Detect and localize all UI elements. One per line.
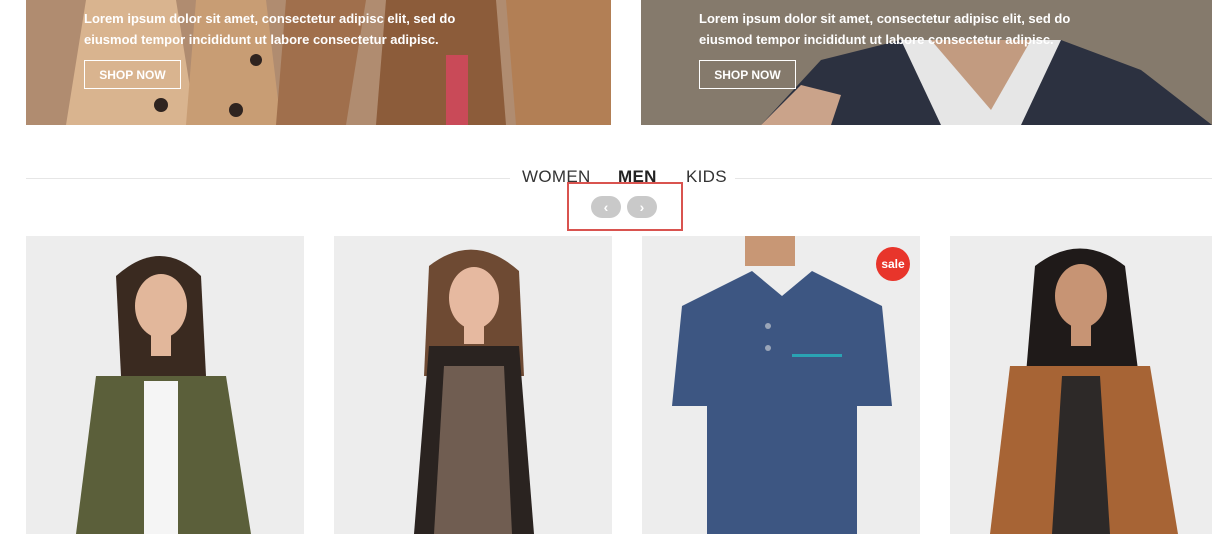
banner-text: Lorem ipsum dolor sit amet, consectetur … — [84, 11, 456, 47]
product-card[interactable] — [26, 236, 304, 534]
carousel-prev-button[interactable]: ‹ — [591, 196, 621, 218]
promo-banner-women: Lorem ipsum dolor sit amet, consectetur … — [26, 0, 611, 125]
chevron-right-icon: › — [639, 199, 645, 215]
sale-badge: sale — [876, 247, 910, 281]
carousel-next-button[interactable]: › — [627, 196, 657, 218]
arrows-highlight-box — [567, 182, 683, 231]
shop-now-button[interactable]: SHOP NOW — [699, 60, 796, 89]
product-image-navy-polo — [642, 236, 920, 534]
shop-now-button[interactable]: SHOP NOW — [84, 60, 181, 89]
product-card[interactable]: sale — [642, 236, 920, 534]
banner-text: Lorem ipsum dolor sit amet, consectetur … — [699, 11, 1071, 47]
product-card[interactable] — [334, 236, 612, 534]
tab-kids[interactable]: KIDS — [686, 167, 727, 187]
product-image-olive-cardigan — [26, 236, 304, 534]
chevron-left-icon: ‹ — [603, 199, 609, 215]
product-card[interactable] — [950, 236, 1212, 534]
divider-line-right — [735, 178, 1212, 179]
product-image-lace-dress — [334, 236, 612, 534]
divider-line-left — [26, 178, 510, 179]
promo-banner-men: Lorem ipsum dolor sit amet, consectetur … — [641, 0, 1212, 125]
product-image-leather-jacket — [950, 236, 1212, 534]
